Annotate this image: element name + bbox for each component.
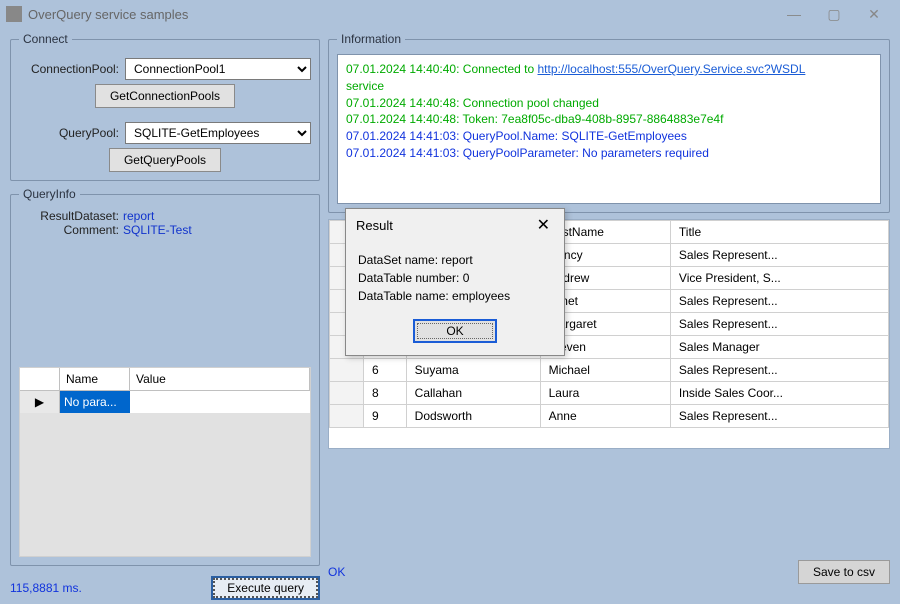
maximize-button[interactable]: ▢ (814, 6, 854, 23)
dialog-close-icon[interactable]: ✕ (533, 215, 554, 235)
connection-pool-select[interactable]: ConnectionPool1 (125, 58, 311, 80)
comment-label: Comment: (19, 223, 119, 237)
param-row-selector: ▶ (20, 391, 60, 413)
param-row-name: No para... (60, 391, 130, 413)
param-row-value[interactable] (130, 391, 310, 413)
column-header[interactable]: Title (670, 221, 888, 244)
information-group: Information 07.01.2024 14:40:40: Connect… (328, 32, 890, 213)
dialog-ok-button[interactable]: OK (413, 319, 497, 343)
execute-query-button[interactable]: Execute query (211, 576, 320, 600)
window-title: OverQuery service samples (28, 7, 774, 22)
comment-value: SQLITE-Test (123, 223, 192, 237)
information-legend: Information (337, 32, 405, 46)
dialog-line-2: DataTable number: 0 (358, 269, 552, 287)
parameter-grid[interactable]: Name Value ▶ No para... (19, 367, 311, 557)
result-dataset-label: ResultDataset: (19, 209, 119, 223)
result-dataset-value: report (123, 209, 154, 223)
param-header-selector[interactable] (20, 368, 60, 390)
service-url-link[interactable]: http://localhost:555/OverQuery.Service.s… (538, 62, 806, 76)
result-dialog: Result ✕ DataSet name: report DataTable … (345, 208, 565, 356)
query-pool-label: QueryPool: (19, 126, 119, 140)
connect-group: Connect ConnectionPool: ConnectionPool1 … (10, 32, 320, 181)
param-header-name[interactable]: Name (60, 368, 130, 390)
dialog-title: Result (356, 218, 393, 233)
close-button[interactable]: ✕ (854, 6, 894, 23)
connection-pool-label: ConnectionPool: (19, 62, 119, 76)
get-connection-pools-button[interactable]: GetConnectionPools (95, 84, 235, 108)
table-row[interactable]: 9DodsworthAnneSales Represent... (330, 405, 889, 428)
save-to-csv-button[interactable]: Save to csv (798, 560, 890, 584)
param-row[interactable]: ▶ No para... (20, 391, 310, 413)
titlebar: OverQuery service samples — ▢ ✕ (0, 0, 900, 28)
query-pool-select[interactable]: SQLITE-GetEmployees (125, 122, 311, 144)
table-row[interactable]: 8CallahanLauraInside Sales Coor... (330, 382, 889, 405)
table-row[interactable]: 6SuyamaMichaelSales Represent... (330, 359, 889, 382)
status-text: OK (328, 565, 345, 579)
queryinfo-legend: QueryInfo (19, 187, 80, 201)
dialog-line-3: DataTable name: employees (358, 287, 552, 305)
elapsed-time: 115,8881 ms. (10, 581, 82, 595)
param-header-value[interactable]: Value (130, 368, 310, 390)
information-log[interactable]: 07.01.2024 14:40:40: Connected to http:/… (337, 54, 881, 204)
connect-legend: Connect (19, 32, 72, 46)
queryinfo-group: QueryInfo ResultDataset: report Comment: S… (10, 187, 320, 566)
app-icon (6, 6, 22, 22)
dialog-line-1: DataSet name: report (358, 251, 552, 269)
minimize-button[interactable]: — (774, 6, 814, 22)
get-query-pools-button[interactable]: GetQueryPools (109, 148, 221, 172)
